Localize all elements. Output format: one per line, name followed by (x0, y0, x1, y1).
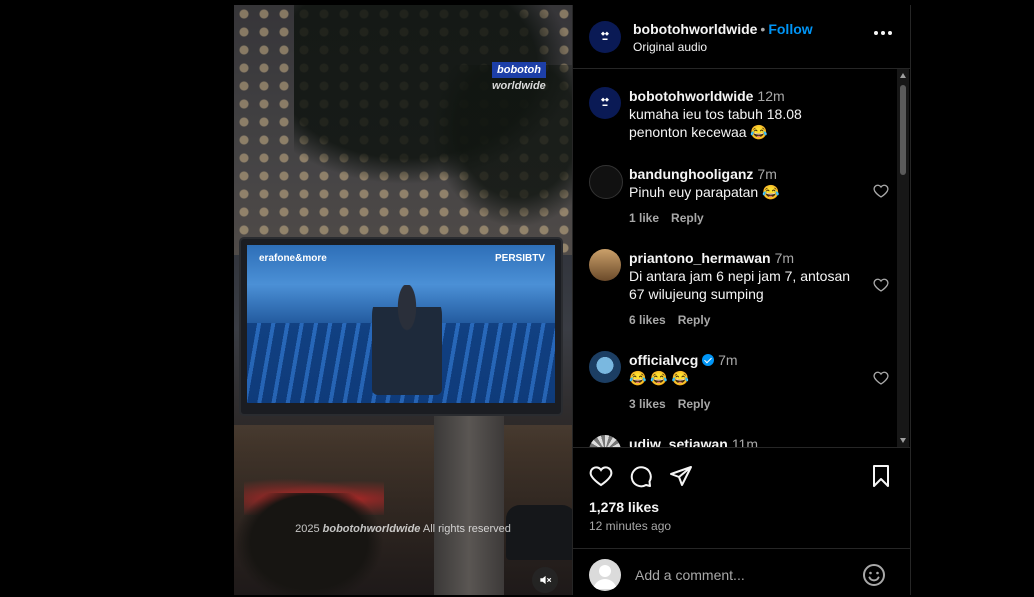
reply-button[interactable]: Reply (678, 313, 711, 327)
like-heart-icon[interactable] (589, 464, 613, 488)
post-timestamp[interactable]: 12 minutes ago (589, 519, 671, 533)
comment-time[interactable]: 11m (732, 436, 758, 447)
comment-body: bobotohworldwide 12m kumaha ieu tos tabuh… (629, 87, 859, 141)
avatar[interactable] (589, 351, 621, 383)
screen-brand-left: erafone&more (259, 253, 327, 264)
seated-person (372, 285, 442, 395)
billboard-pillar (434, 414, 504, 595)
avatar[interactable] (589, 249, 621, 281)
reply-button[interactable]: Reply (671, 211, 704, 225)
comment-username[interactable]: officialvcg (629, 352, 698, 368)
comment-username[interactable]: bandunghooliganz (629, 166, 753, 182)
billboard: erafone&more PERSIBTV (241, 239, 561, 414)
comment-time[interactable]: 7m (718, 352, 737, 368)
post-actions: 1,278 likes 12 minutes ago (573, 447, 910, 596)
heart-icon[interactable] (873, 277, 889, 293)
watermark-subtitle: worldwide (492, 80, 546, 92)
copyright-overlay: 2025 bobotohworldwide All rights reserve… (234, 523, 572, 535)
reply-button[interactable]: Reply (678, 397, 711, 411)
bookmark-icon[interactable] (869, 464, 893, 488)
scroll-up-arrow-icon[interactable] (900, 73, 906, 78)
comment-body: officialvcg 7m 😂 😂 😂 3 likes Reply (629, 351, 859, 413)
copyright-rest: All rights reserved (422, 523, 511, 535)
emoji-icon[interactable] (862, 563, 886, 587)
comment-bubble-icon[interactable] (629, 464, 653, 488)
share-send-icon[interactable] (669, 464, 693, 488)
comment-composer (573, 548, 910, 597)
comment-body: priantono_hermawan 7m Di antara jam 6 nep… (629, 249, 859, 329)
more-options-button[interactable] (874, 31, 892, 35)
scroll-down-arrow-icon[interactable] (900, 438, 906, 443)
likes-count[interactable]: 1,278 likes (589, 499, 659, 515)
comment-body: bandunghooliganz 7m Pinuh euy parapatan 😂… (629, 165, 859, 227)
reel-video[interactable]: erafone&more PERSIBTV bobotoh worldwide … (234, 5, 572, 595)
brand-logo-icon: ◆◆ ▬ (601, 31, 609, 42)
comment-likes[interactable]: 3 likes (629, 397, 666, 411)
heart-icon[interactable] (873, 370, 889, 386)
comment-username[interactable]: priantono_hermawan (629, 250, 771, 266)
comment-text: 😂 😂 😂 (629, 370, 690, 386)
separator-dot: • (760, 21, 766, 37)
post-sidebar: ◆◆ ▬ bobotohworldwide • Follow Original aud… (572, 5, 911, 595)
author-username[interactable]: bobotohworldwide (633, 21, 757, 37)
screen-brand-right: PERSIBTV (494, 253, 545, 264)
comment-time[interactable]: 12m (757, 88, 784, 104)
avatar[interactable]: ◆◆ ▬ (589, 21, 621, 53)
comment-meta: 6 likes Reply (629, 311, 859, 329)
comments-scrollbar[interactable] (897, 69, 909, 447)
avatar[interactable] (589, 435, 621, 447)
speaker-muted-icon (540, 575, 552, 585)
post-header: ◆◆ ▬ bobotohworldwide • Follow Original aud… (573, 5, 910, 69)
copyright-brand: bobotohworldwide (322, 523, 421, 535)
brand-logo-icon: ◆◆ ▬ (601, 97, 609, 108)
avatar[interactable] (589, 165, 623, 199)
comment-likes[interactable]: 1 like (629, 211, 659, 225)
comment-meta: 3 likes Reply (629, 395, 859, 413)
mute-button[interactable] (532, 567, 558, 593)
comment-time[interactable]: 7m (757, 166, 776, 182)
audio-link[interactable]: Original audio (633, 40, 707, 54)
add-comment-input[interactable] (633, 562, 857, 588)
post-modal: erafone&more PERSIBTV bobotoh worldwide … (234, 5, 911, 595)
copyright-year: 2025 (295, 523, 320, 535)
avatar[interactable]: ◆◆ ▬ (589, 87, 621, 119)
billboard-screen: erafone&more PERSIBTV (247, 245, 555, 403)
dot (874, 31, 878, 35)
watermark-badge: bobotoh (492, 62, 546, 78)
dot (888, 31, 892, 35)
scrollbar-thumb[interactable] (900, 85, 906, 175)
comment-time[interactable]: 7m (775, 250, 794, 266)
comment-likes[interactable]: 6 likes (629, 313, 666, 327)
comment-username[interactable]: bobotohworldwide (629, 88, 753, 104)
user-avatar-icon (589, 559, 621, 591)
heart-icon[interactable] (873, 183, 889, 199)
comments-list: ◆◆ ▬ bobotohworldwide 12m kumaha ieu tos t… (573, 69, 897, 447)
comment-text: kumaha ieu tos tabuh 18.08 penonton kece… (629, 106, 802, 140)
comment-meta: 1 like Reply (629, 209, 859, 227)
comment-body: udiw_setiawan 11m (629, 435, 859, 447)
comment-text: Di antara jam 6 nepi jam 7, antosan 67 w… (629, 268, 851, 302)
foreground-head (234, 493, 384, 595)
dot (881, 31, 885, 35)
verified-badge-icon (702, 354, 715, 366)
follow-button[interactable]: Follow (768, 21, 812, 37)
comment-text: Pinuh euy parapatan 😂 (629, 184, 780, 200)
post-author: bobotohworldwide • Follow (633, 21, 813, 37)
comment-username[interactable]: udiw_setiawan (629, 436, 728, 447)
